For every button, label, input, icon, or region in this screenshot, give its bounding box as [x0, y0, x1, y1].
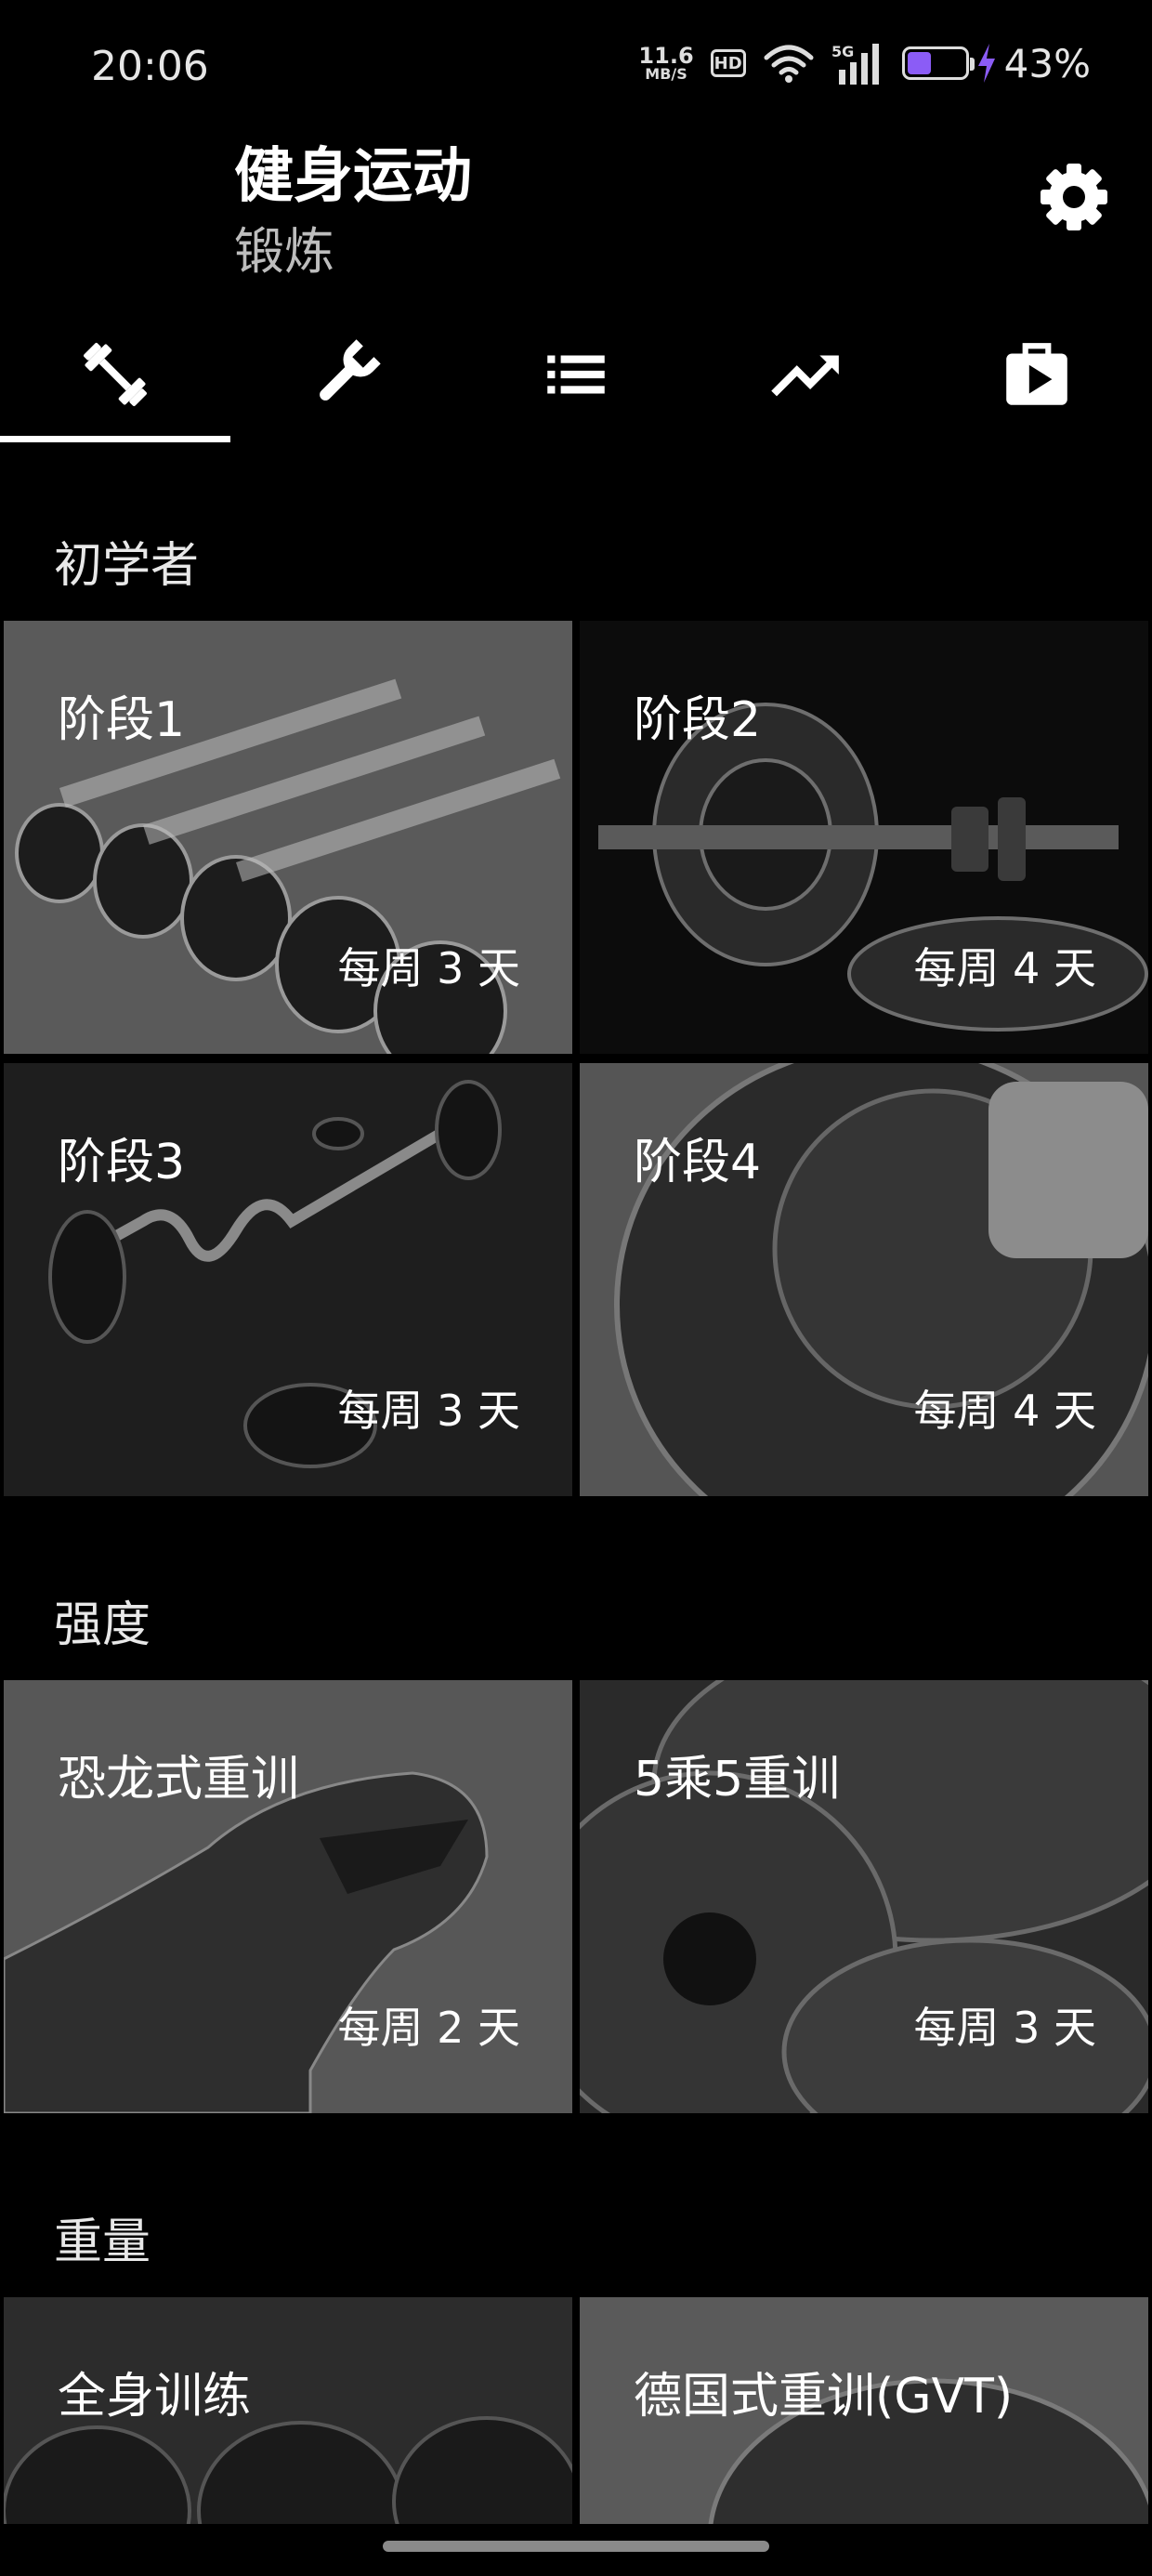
net-speed: 11.6 MB/S — [638, 45, 693, 82]
workout-card-5x5[interactable]: 5乘5重训 每周 3 天 — [580, 1680, 1148, 2113]
section-title-beginner: 初学者 — [54, 538, 200, 594]
tab-tools[interactable] — [230, 307, 461, 442]
wrench-icon — [320, 339, 381, 401]
network-type: 5G — [831, 43, 854, 60]
workout-card-fullbody[interactable]: 全身训练 — [4, 2297, 572, 2524]
card-frequency: 每周 4 天 — [913, 943, 1096, 993]
card-name: 阶段1 — [58, 692, 186, 748]
hd-icon: HD — [710, 49, 746, 77]
workout-card-gvt[interactable]: 德国式重训(GVT) — [580, 2297, 1148, 2524]
section-title-weight: 重量 — [54, 2215, 151, 2270]
charging-bolt-icon — [977, 44, 995, 83]
tab-list[interactable] — [461, 307, 691, 442]
card-name: 阶段3 — [58, 1135, 186, 1190]
wifi-icon — [764, 45, 814, 83]
workout-card-stage1[interactable]: 阶段1 每周 3 天 — [4, 621, 572, 1054]
tab-workouts[interactable] — [0, 307, 230, 442]
net-speed-value: 11.6 — [638, 43, 694, 69]
card-frequency: 每周 3 天 — [913, 2003, 1096, 2053]
card-name: 德国式重训(GVT) — [634, 2369, 1014, 2425]
workout-card-dinosaur[interactable]: 恐龙式重训 每周 2 天 — [4, 1680, 572, 2113]
battery-fill — [907, 52, 932, 74]
card-name: 5乘5重训 — [634, 1752, 841, 1807]
card-frequency: 每周 4 天 — [913, 1386, 1096, 1436]
battery: 43% — [901, 40, 1091, 86]
home-indicator[interactable] — [383, 2541, 769, 2552]
gear-icon[interactable] — [1037, 160, 1111, 234]
card-frequency: 每周 3 天 — [337, 1386, 520, 1436]
page-title: 健身运动 — [234, 142, 472, 211]
card-name: 恐龙式重训 — [58, 1752, 300, 1807]
tab-progress[interactable] — [691, 307, 922, 442]
workout-card-stage3[interactable]: 阶段3 每周 3 天 — [4, 1063, 572, 1496]
status-icons: 11.6 MB/S HD 5G 43% — [638, 37, 1091, 89]
card-frequency: 每周 3 天 — [337, 943, 520, 993]
signal-icon: 5G — [831, 43, 879, 85]
play-bag-icon — [1006, 343, 1067, 405]
card-name: 全身训练 — [58, 2369, 252, 2425]
workout-card-stage4[interactable]: 阶段4 每周 4 天 — [580, 1063, 1148, 1496]
page-subtitle: 锻炼 — [234, 222, 334, 281]
dumbbell-icon — [84, 343, 147, 406]
battery-percent: 43% — [1003, 40, 1091, 86]
section-title-intensity: 强度 — [54, 1597, 151, 1653]
list-icon — [547, 355, 605, 394]
tab-bar — [0, 307, 1152, 442]
status-time: 20:06 — [91, 43, 209, 90]
card-name: 阶段2 — [634, 692, 762, 748]
card-name: 阶段4 — [634, 1135, 762, 1190]
workout-card-stage2[interactable]: 阶段2 每周 4 天 — [580, 621, 1148, 1054]
status-bar: 20:06 11.6 MB/S HD 5G 43% — [0, 0, 1152, 130]
card-frequency: 每周 2 天 — [337, 2003, 520, 2053]
net-speed-unit: MB/S — [645, 65, 687, 83]
battery-icon — [901, 46, 975, 80]
tab-videos[interactable] — [922, 307, 1152, 442]
trend-icon — [771, 355, 839, 397]
